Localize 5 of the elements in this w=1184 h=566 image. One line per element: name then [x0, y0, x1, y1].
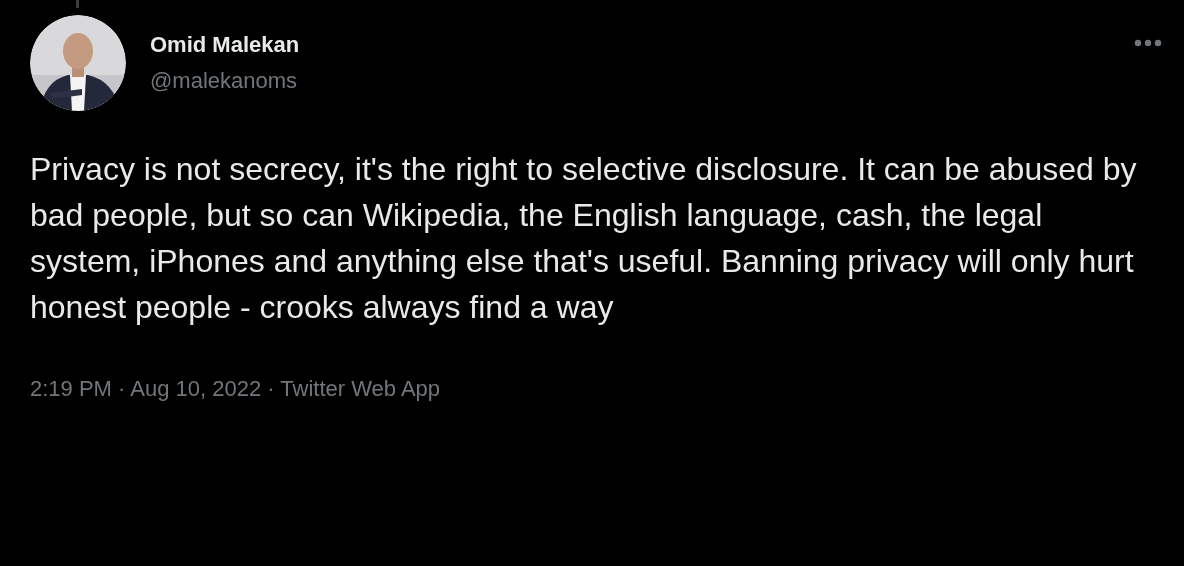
tweet-meta: 2:19 PM · Aug 10, 2022 · Twitter Web App	[30, 375, 442, 403]
tweet-text: Privacy is not secrecy, it's the right to selective disclosure. It can be abused by bad people, but so can Wikipedia, the English language, cash, the legal system, iPhones and anything else that's useful. Banning privacy will only hurt honest people - crooks always find a way	[30, 150, 1138, 327]
more-icon[interactable]	[1134, 39, 1162, 47]
author-handle[interactable]: @malekanoms	[150, 66, 300, 96]
author-name[interactable]: Omid Malekan	[150, 30, 300, 60]
